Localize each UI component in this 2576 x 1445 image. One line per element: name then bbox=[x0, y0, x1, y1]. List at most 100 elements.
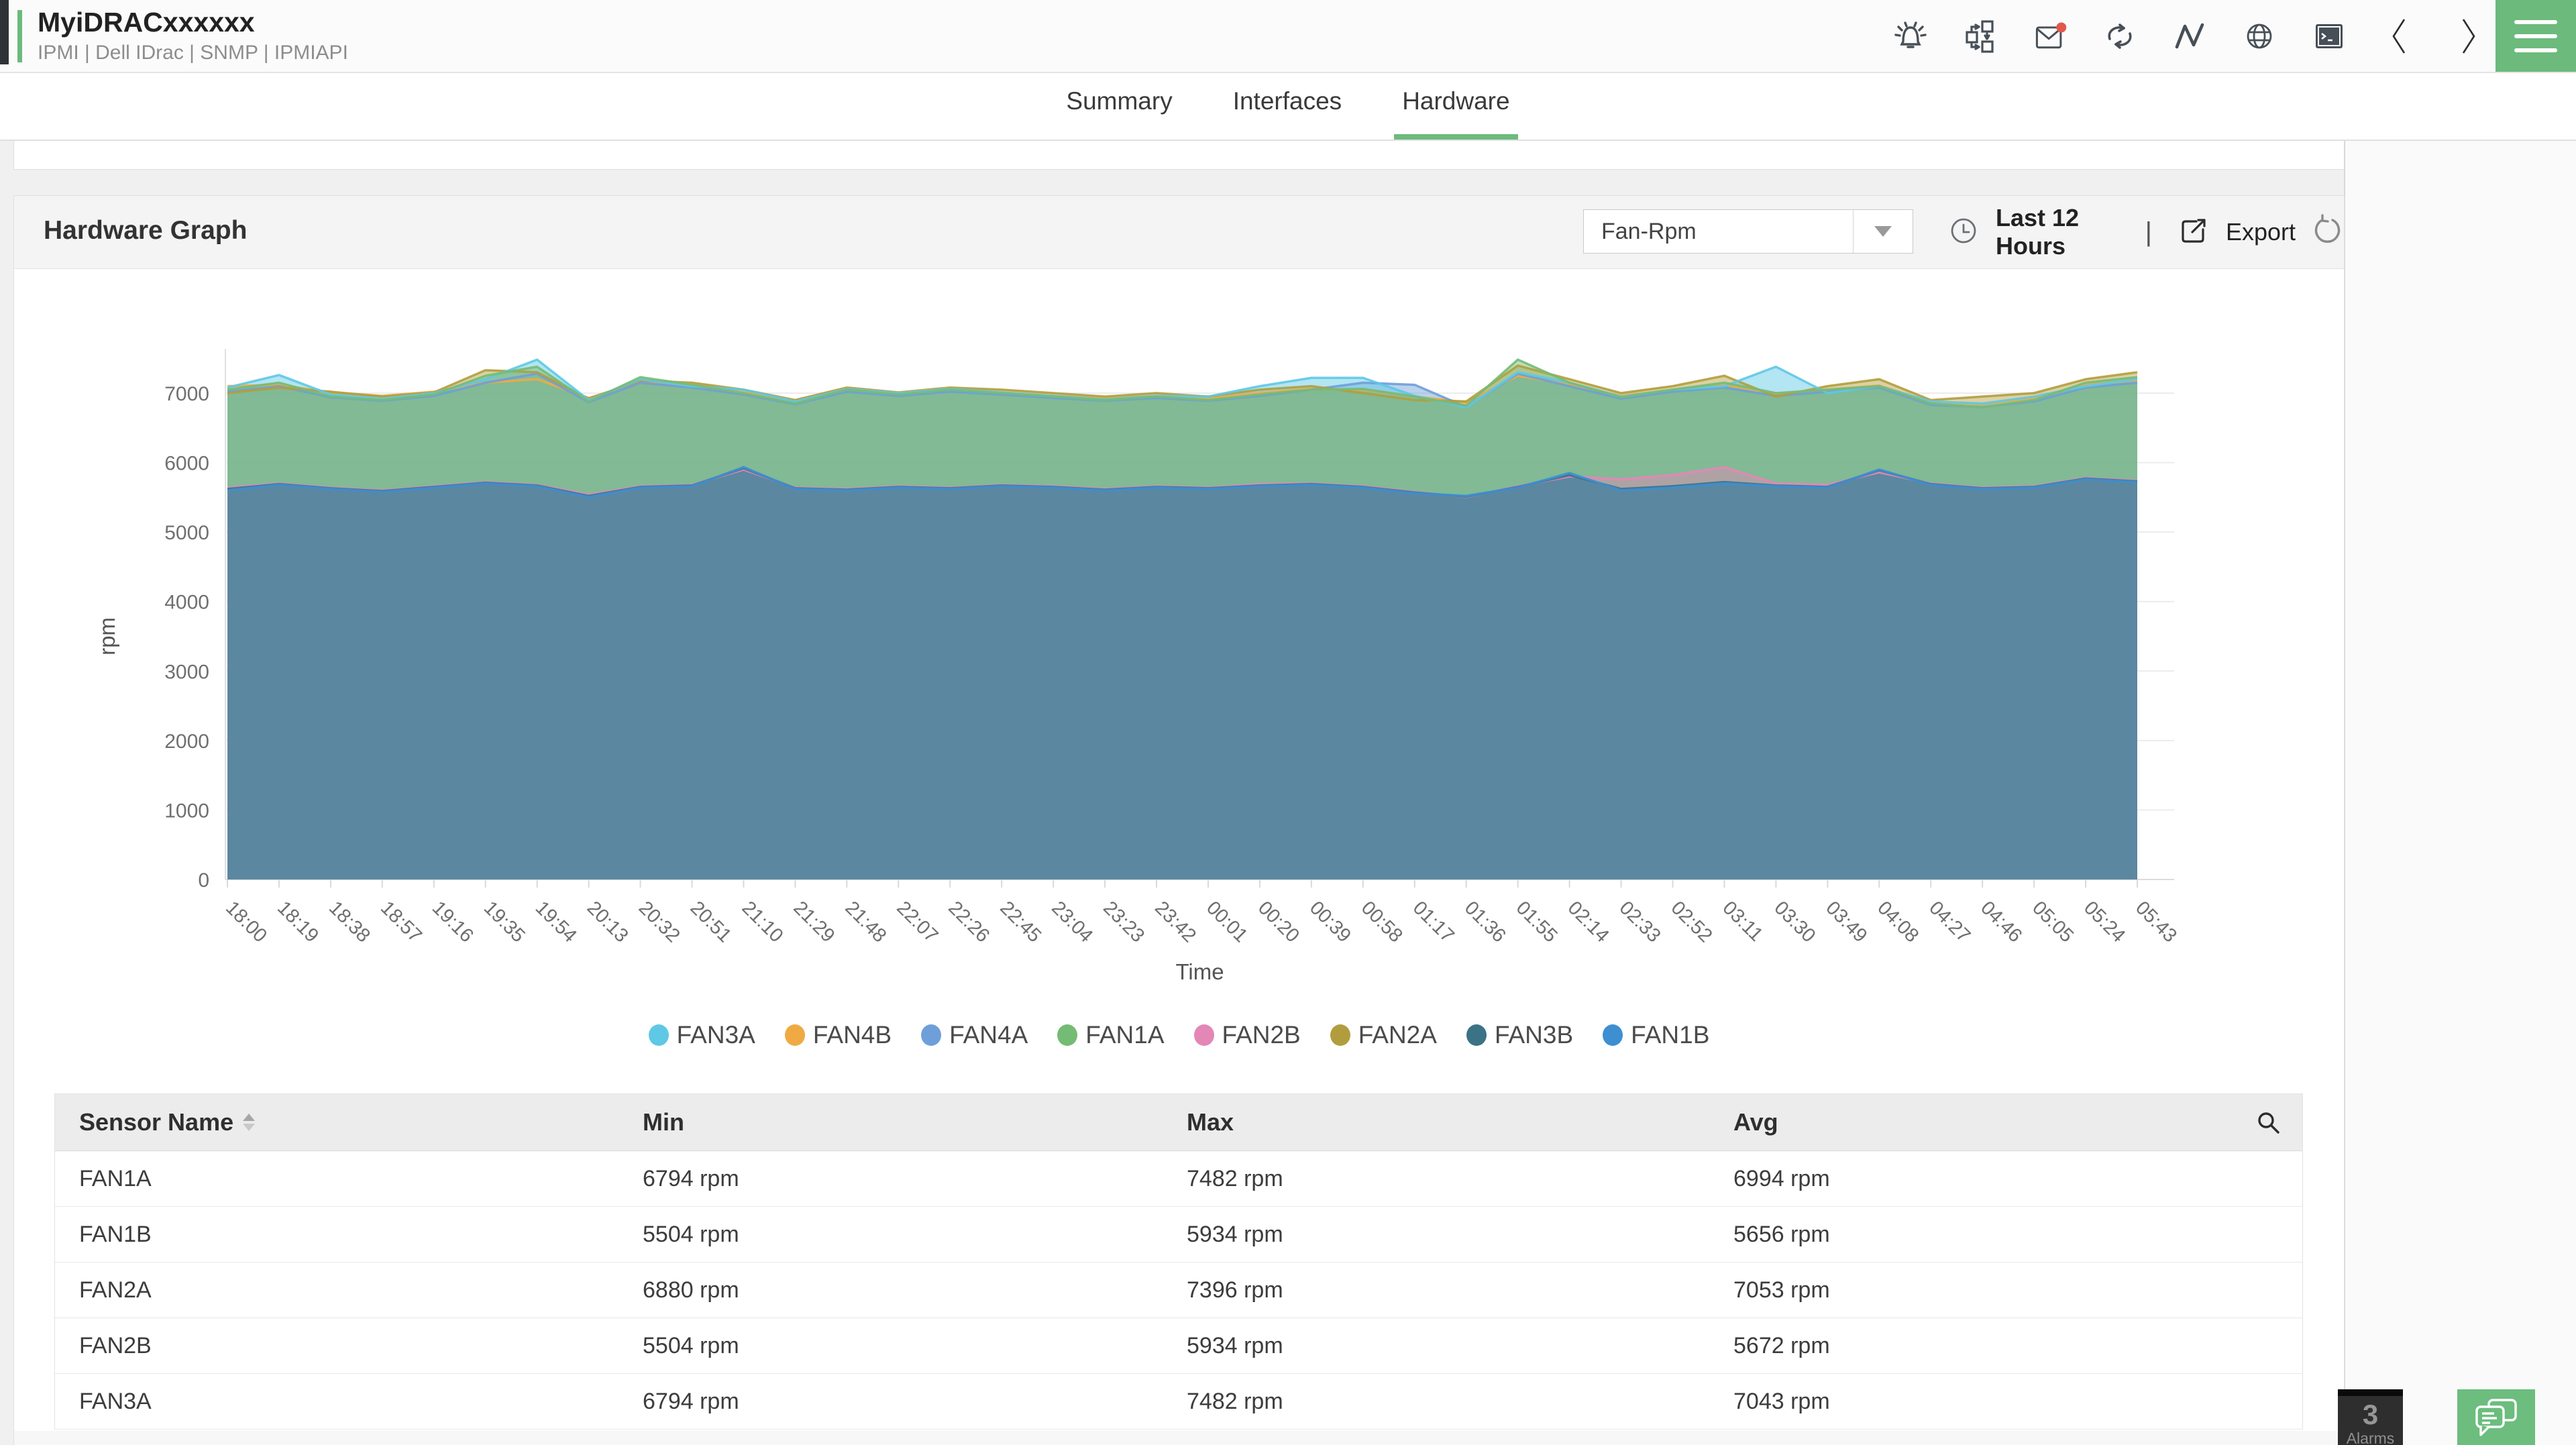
legend-item-fan1b[interactable]: FAN1B bbox=[1603, 1021, 1709, 1049]
column-sensor-name[interactable]: Sensor Name bbox=[55, 1108, 619, 1136]
fan-rpm-chart[interactable]: 0100020003000400050006000700018:0018:191… bbox=[14, 268, 2344, 1021]
sensor-name-cell: FAN2A bbox=[55, 1277, 619, 1303]
svg-text:23:23: 23:23 bbox=[1099, 897, 1148, 947]
svg-text:0: 0 bbox=[198, 869, 209, 892]
sensor-name-cell: FAN1B bbox=[55, 1222, 619, 1248]
svg-text:04:27: 04:27 bbox=[1925, 897, 1974, 947]
panel-title: Hardware Graph bbox=[44, 216, 247, 246]
svg-text:01:17: 01:17 bbox=[1409, 897, 1458, 947]
svg-text:03:49: 03:49 bbox=[1821, 897, 1871, 947]
chevron-right-icon[interactable] bbox=[2450, 17, 2487, 55]
svg-text:18:00: 18:00 bbox=[221, 897, 271, 947]
avg-cell: 5672 rpm bbox=[1709, 1333, 2179, 1359]
max-cell: 5934 rpm bbox=[1163, 1222, 1709, 1248]
alarms-badge[interactable]: 3 Alarms bbox=[2338, 1389, 2403, 1445]
controls-separator: | bbox=[2145, 217, 2152, 248]
tab-hardware[interactable]: Hardware bbox=[1394, 87, 1517, 140]
avg-cell: 5656 rpm bbox=[1709, 1222, 2179, 1248]
alarm-icon[interactable] bbox=[1892, 17, 1929, 55]
max-cell: 5934 rpm bbox=[1163, 1333, 1709, 1359]
alarm-label: Alarms bbox=[2347, 1430, 2395, 1445]
avg-cell: 7043 rpm bbox=[1709, 1389, 2179, 1415]
min-cell: 6794 rpm bbox=[619, 1166, 1163, 1192]
previous-card-bottom bbox=[13, 141, 2345, 170]
table-row[interactable]: FAN2A 6880 rpm 7396 rpm 7053 rpm bbox=[55, 1263, 2302, 1318]
svg-text:03:30: 03:30 bbox=[1770, 897, 1819, 947]
device-accent-bar bbox=[17, 10, 22, 62]
device-title: MyiDRACxxxxxx bbox=[38, 7, 255, 38]
mail-icon[interactable] bbox=[2031, 17, 2069, 55]
svg-text:1000: 1000 bbox=[164, 800, 209, 822]
chart-legend: FAN3A FAN4B FAN4A FAN1A FAN2B FAN2A FAN3B FAN1B bbox=[14, 1021, 2344, 1049]
workflow-icon[interactable] bbox=[1962, 17, 1999, 55]
svg-text:04:08: 04:08 bbox=[1873, 897, 1923, 947]
svg-text:22:07: 22:07 bbox=[892, 897, 942, 947]
search-icon bbox=[2254, 1108, 2282, 1136]
table-row[interactable]: FAN1B 5504 rpm 5934 rpm 5656 rpm bbox=[55, 1207, 2302, 1263]
legend-label: FAN2A bbox=[1358, 1021, 1437, 1049]
sensor-table: Sensor Name Min Max Avg FAN1A 6794 rpm 7… bbox=[54, 1093, 2303, 1430]
refresh-icon[interactable] bbox=[2310, 214, 2344, 251]
legend-item-fan3b[interactable]: FAN3B bbox=[1466, 1021, 1573, 1049]
export-icon[interactable] bbox=[2176, 213, 2211, 252]
svg-text:21:29: 21:29 bbox=[789, 897, 839, 947]
tab-interfaces[interactable]: Interfaces bbox=[1225, 87, 1350, 140]
svg-text:22:45: 22:45 bbox=[996, 897, 1045, 947]
export-label[interactable]: Export bbox=[2226, 218, 2296, 246]
hardware-graph-panel: Hardware Graph Fan-Rpm Last 12 Hours | bbox=[13, 195, 2345, 1445]
column-max[interactable]: Max bbox=[1163, 1108, 1709, 1136]
sort-icon[interactable] bbox=[243, 1114, 255, 1131]
legend-label: FAN1B bbox=[1631, 1021, 1709, 1049]
sync-icon[interactable] bbox=[2101, 17, 2139, 55]
sensor-name-cell: FAN2B bbox=[55, 1333, 619, 1359]
table-row[interactable]: FAN3A 6794 rpm 7482 rpm 7043 rpm bbox=[55, 1374, 2302, 1430]
table-header-row: Sensor Name Min Max Avg bbox=[55, 1094, 2302, 1151]
sparkline-icon[interactable] bbox=[2171, 17, 2208, 55]
table-row[interactable]: FAN1A 6794 rpm 7482 rpm 6994 rpm bbox=[55, 1151, 2302, 1207]
device-protocols: IPMI | Dell IDrac | SNMP | IPMIAPI bbox=[38, 42, 348, 64]
header-icons bbox=[1892, 0, 2487, 72]
legend-item-fan4b[interactable]: FAN4B bbox=[785, 1021, 892, 1049]
svg-text:20:32: 20:32 bbox=[635, 897, 684, 947]
page-gutter bbox=[2344, 141, 2576, 1445]
svg-text:02:52: 02:52 bbox=[1667, 897, 1717, 947]
alarm-count: 3 bbox=[2363, 1400, 2378, 1430]
min-cell: 6880 rpm bbox=[619, 1277, 1163, 1303]
globe-icon[interactable] bbox=[2241, 17, 2278, 55]
sidebar-edge bbox=[0, 0, 9, 64]
svg-text:rpm: rpm bbox=[95, 617, 119, 655]
legend-item-fan1a[interactable]: FAN1A bbox=[1057, 1021, 1164, 1049]
legend-item-fan2b[interactable]: FAN2B bbox=[1194, 1021, 1301, 1049]
table-search[interactable] bbox=[2179, 1108, 2302, 1136]
chevron-down-icon[interactable] bbox=[1853, 210, 1913, 253]
avg-cell: 7053 rpm bbox=[1709, 1277, 2179, 1303]
app: MyiDRACxxxxxx IPMI | Dell IDrac | SNMP |… bbox=[0, 0, 2576, 1445]
legend-label: FAN1A bbox=[1085, 1021, 1164, 1049]
max-cell: 7482 rpm bbox=[1163, 1166, 1709, 1192]
menu-icon[interactable] bbox=[2496, 0, 2576, 72]
metric-dropdown[interactable]: Fan-Rpm bbox=[1583, 209, 1913, 254]
clock-icon[interactable] bbox=[1946, 213, 1981, 252]
svg-text:21:10: 21:10 bbox=[738, 897, 788, 947]
time-range-label[interactable]: Last 12 Hours bbox=[1996, 204, 2121, 260]
column-min[interactable]: Min bbox=[619, 1108, 1163, 1136]
sensor-name-cell: FAN3A bbox=[55, 1389, 619, 1415]
svg-text:19:16: 19:16 bbox=[428, 897, 478, 947]
legend-item-fan4a[interactable]: FAN4A bbox=[921, 1021, 1028, 1049]
table-row[interactable]: FAN2B 5504 rpm 5934 rpm 5672 rpm bbox=[55, 1318, 2302, 1374]
legend-dot bbox=[1194, 1024, 1214, 1046]
legend-dot bbox=[1466, 1024, 1487, 1046]
svg-text:00:39: 00:39 bbox=[1305, 897, 1355, 947]
tab-summary[interactable]: Summary bbox=[1058, 87, 1180, 140]
svg-text:19:35: 19:35 bbox=[480, 897, 529, 947]
svg-text:5000: 5000 bbox=[164, 522, 209, 544]
legend-item-fan2a[interactable]: FAN2A bbox=[1330, 1021, 1437, 1049]
legend-item-fan3a[interactable]: FAN3A bbox=[649, 1021, 755, 1049]
feedback-chat-button[interactable] bbox=[2457, 1389, 2535, 1445]
svg-text:21:48: 21:48 bbox=[841, 897, 890, 947]
max-cell: 7396 rpm bbox=[1163, 1277, 1709, 1303]
terminal-icon[interactable] bbox=[2310, 17, 2348, 55]
column-avg[interactable]: Avg bbox=[1709, 1108, 2179, 1136]
chevron-left-icon[interactable] bbox=[2380, 17, 2418, 55]
sensor-name-cell: FAN1A bbox=[55, 1166, 619, 1192]
